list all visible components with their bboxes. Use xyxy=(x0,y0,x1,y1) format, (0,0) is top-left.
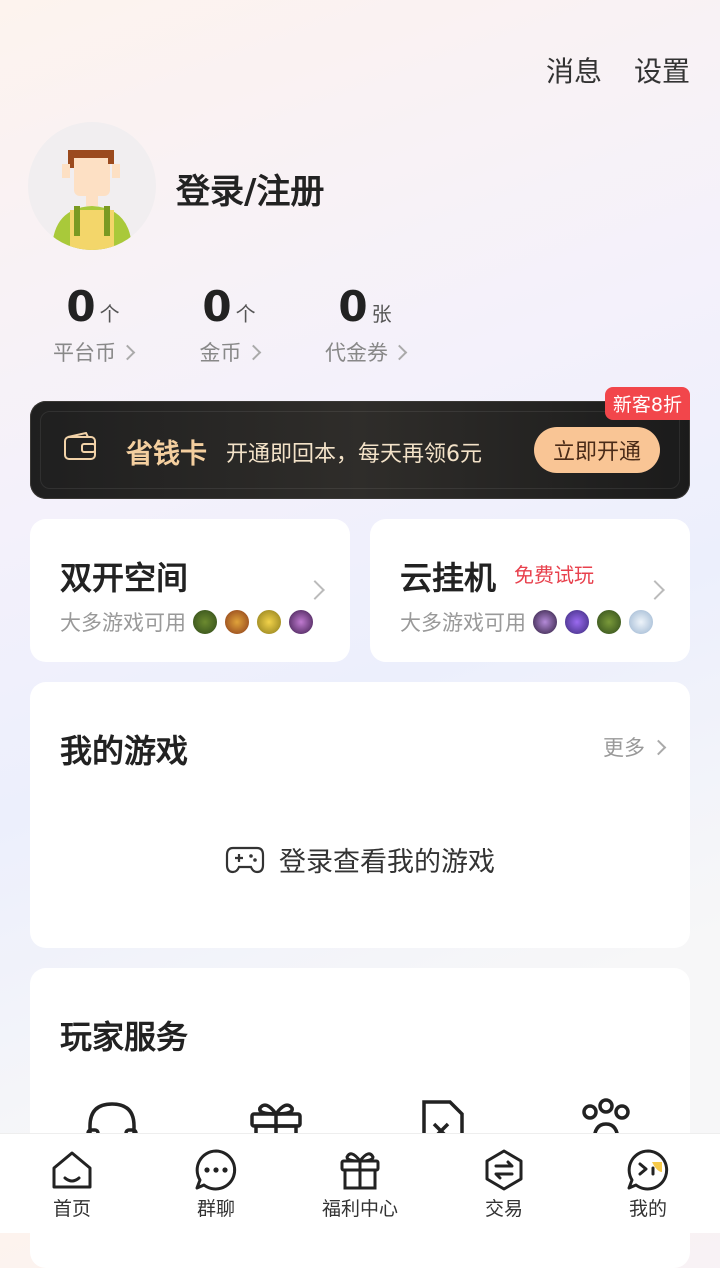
gift-icon xyxy=(340,1152,380,1190)
top-nav: 消息 设置 xyxy=(546,50,690,90)
cloud-hosting-subtitle-row: 大多游戏可用 xyxy=(400,607,654,637)
profile-icon xyxy=(627,1149,669,1191)
cloud-hosting-title: 云挂机 xyxy=(400,559,497,597)
gold-coin-unit: 个 xyxy=(235,302,256,326)
game-thumb xyxy=(288,609,314,635)
save-card-title: 省钱卡 xyxy=(126,439,207,470)
my-games-empty-text: 登录查看我的游戏 xyxy=(279,847,495,878)
game-thumb xyxy=(256,609,282,635)
game-thumb xyxy=(224,609,250,635)
dual-space-subtitle-row: 大多游戏可用 xyxy=(60,607,314,637)
chevron-right-icon xyxy=(650,739,667,755)
game-thumb xyxy=(596,609,622,635)
gold-coin-label: 金币 xyxy=(199,341,242,365)
login-register-link[interactable]: 登录/注册 xyxy=(176,164,324,213)
dual-space-subtitle: 大多游戏可用 xyxy=(60,611,186,635)
tab-welfare-center[interactable]: 福利中心 xyxy=(288,1134,432,1233)
trade-icon xyxy=(485,1149,523,1191)
voucher-label: 代金券 xyxy=(325,341,388,365)
chevron-right-icon xyxy=(245,344,261,360)
more-link[interactable]: 更多 xyxy=(603,732,667,762)
bottom-tab-bar: 首页 群聊 福利中心 交易 我的 xyxy=(0,1133,720,1233)
cloud-hosting-card[interactable]: 云挂机 免费试玩 大多游戏可用 xyxy=(370,519,690,662)
home-icon xyxy=(52,1151,92,1189)
dual-space-card[interactable]: 双开空间 大多游戏可用 xyxy=(30,519,350,662)
my-games-section: 我的游戏 更多 登录查看我的游戏 xyxy=(30,682,690,948)
settings-link[interactable]: 设置 xyxy=(634,50,690,90)
voucher-unit: 张 xyxy=(371,302,392,326)
platform-coin-label: 平台币 xyxy=(53,341,116,365)
player-services-title: 玩家服务 xyxy=(60,1018,189,1056)
login-to-view-games[interactable]: 登录查看我的游戏 xyxy=(30,840,690,879)
tab-home[interactable]: 首页 xyxy=(0,1134,144,1233)
messages-link[interactable]: 消息 xyxy=(546,50,602,90)
avatar[interactable] xyxy=(28,122,156,250)
tab-group-chat[interactable]: 群聊 xyxy=(144,1134,288,1233)
stat-platform-coin[interactable]: 0个 平台币 xyxy=(28,282,158,367)
my-games-title: 我的游戏 xyxy=(60,732,189,770)
game-thumb xyxy=(628,609,654,635)
tab-mine[interactable]: 我的 xyxy=(576,1134,720,1233)
open-now-button[interactable]: 立即开通 xyxy=(534,427,660,473)
dual-space-title: 双开空间 xyxy=(60,559,189,597)
chevron-right-icon xyxy=(305,580,325,600)
platform-coin-value: 0 xyxy=(66,282,96,331)
game-thumb xyxy=(564,609,590,635)
wallet-icon xyxy=(64,432,96,460)
save-money-card[interactable]: 省钱卡 开通即回本，每天再领6元 立即开通 xyxy=(30,401,690,499)
tab-home-label: 首页 xyxy=(52,1198,91,1220)
gold-coin-value: 0 xyxy=(202,282,232,331)
platform-coin-unit: 个 xyxy=(99,302,120,326)
avatar-illustration xyxy=(52,150,132,250)
tab-mine-label: 我的 xyxy=(628,1198,667,1220)
chevron-right-icon xyxy=(645,580,665,600)
more-label: 更多 xyxy=(603,736,645,760)
save-card-desc: 开通即回本，每天再领6元 xyxy=(226,442,482,467)
gamepad-icon xyxy=(225,846,265,873)
game-thumb xyxy=(192,609,218,635)
stat-voucher[interactable]: 0张 代金券 xyxy=(300,282,430,367)
tab-trade[interactable]: 交易 xyxy=(432,1134,576,1233)
game-thumb xyxy=(532,609,558,635)
stat-gold-coin[interactable]: 0个 金币 xyxy=(164,282,294,367)
free-trial-tag: 免费试玩 xyxy=(514,563,594,587)
new-user-discount-badge: 新客8折 xyxy=(604,387,690,420)
tab-group-chat-label: 群聊 xyxy=(196,1198,235,1220)
tab-welfare-center-label: 福利中心 xyxy=(321,1198,398,1220)
chevron-right-icon xyxy=(119,344,136,360)
tab-trade-label: 交易 xyxy=(484,1198,523,1220)
voucher-value: 0 xyxy=(338,282,368,331)
chevron-right-icon xyxy=(391,344,408,360)
chat-icon xyxy=(195,1149,237,1191)
cloud-hosting-subtitle: 大多游戏可用 xyxy=(400,611,526,635)
